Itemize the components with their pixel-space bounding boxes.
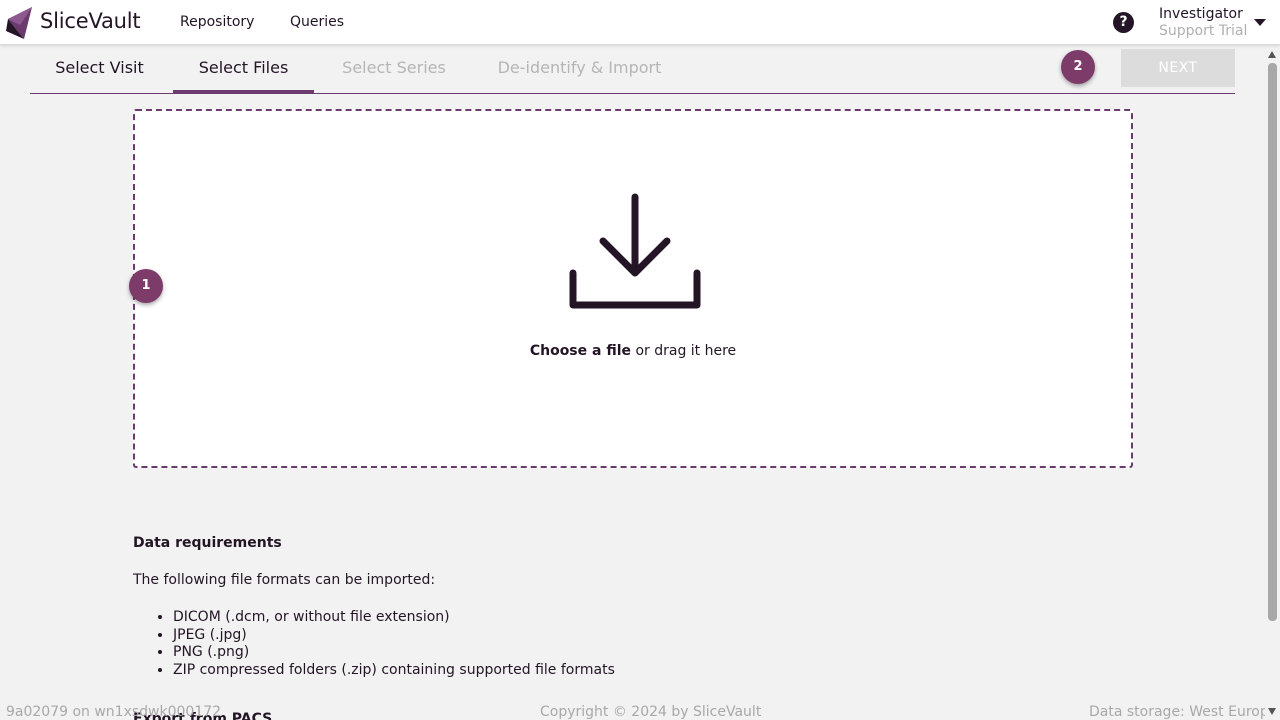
user-role[interactable]: Support Trial xyxy=(1159,23,1247,39)
nav-repository[interactable]: Repository xyxy=(180,14,254,30)
list-item: DICOM (.dcm, or without file extension) xyxy=(173,609,615,627)
format-list: DICOM (.dcm, or without file extension) … xyxy=(173,609,615,679)
download-icon xyxy=(569,193,701,309)
copyright: Copyright © 2024 by SliceVault xyxy=(540,704,762,720)
drag-hint: or drag it here xyxy=(631,343,737,359)
scroll-down-icon[interactable] xyxy=(1268,708,1276,715)
nav-queries[interactable]: Queries xyxy=(290,14,344,30)
build-info: 9a02079 on wn1xsdwk000172 xyxy=(6,704,222,720)
brand-name[interactable]: SliceVault xyxy=(40,9,141,33)
choose-file-link[interactable]: Choose a file xyxy=(530,343,631,359)
step-label: Select Files xyxy=(198,58,289,77)
import-stepper: Select Visit Select Files Select Series … xyxy=(30,45,1235,94)
step-label: Select Series xyxy=(342,58,446,77)
caret-down-icon[interactable] xyxy=(1254,19,1266,26)
page-scrollbar[interactable] xyxy=(1265,45,1280,720)
tour-badge-1[interactable]: 1 xyxy=(129,269,163,303)
next-button[interactable]: NEXT xyxy=(1121,49,1235,87)
step-select-files[interactable]: Select Files xyxy=(173,45,314,93)
user-name[interactable]: Investigator xyxy=(1159,6,1243,22)
list-item: ZIP compressed folders (.zip) containing… xyxy=(173,662,615,680)
requirements-intro: The following file formats can be import… xyxy=(133,572,436,588)
file-dropzone[interactable]: Choose a file or drag it here xyxy=(133,109,1133,468)
scroll-thumb[interactable] xyxy=(1268,63,1277,621)
help-icon[interactable]: ? xyxy=(1113,12,1134,33)
top-bar: SliceVault Repository Queries ? Investig… xyxy=(0,0,1280,45)
step-select-visit[interactable]: Select Visit xyxy=(44,45,155,93)
slicevault-logo-icon[interactable] xyxy=(4,5,36,41)
dropzone-text: Choose a file or drag it here xyxy=(135,343,1131,359)
list-item: PNG (.png) xyxy=(173,644,615,662)
tour-badge-2[interactable]: 2 xyxy=(1061,50,1095,84)
list-item: JPEG (.jpg) xyxy=(173,627,615,645)
step-select-series: Select Series xyxy=(334,45,454,93)
step-label: Select Visit xyxy=(55,58,144,77)
requirements-title: Data requirements xyxy=(133,535,282,551)
step-deidentify-import: De-identify & Import xyxy=(492,45,667,93)
step-label: De-identify & Import xyxy=(497,58,662,77)
data-storage: Data storage: West Europe xyxy=(1089,704,1278,720)
scroll-up-icon[interactable] xyxy=(1268,51,1276,58)
